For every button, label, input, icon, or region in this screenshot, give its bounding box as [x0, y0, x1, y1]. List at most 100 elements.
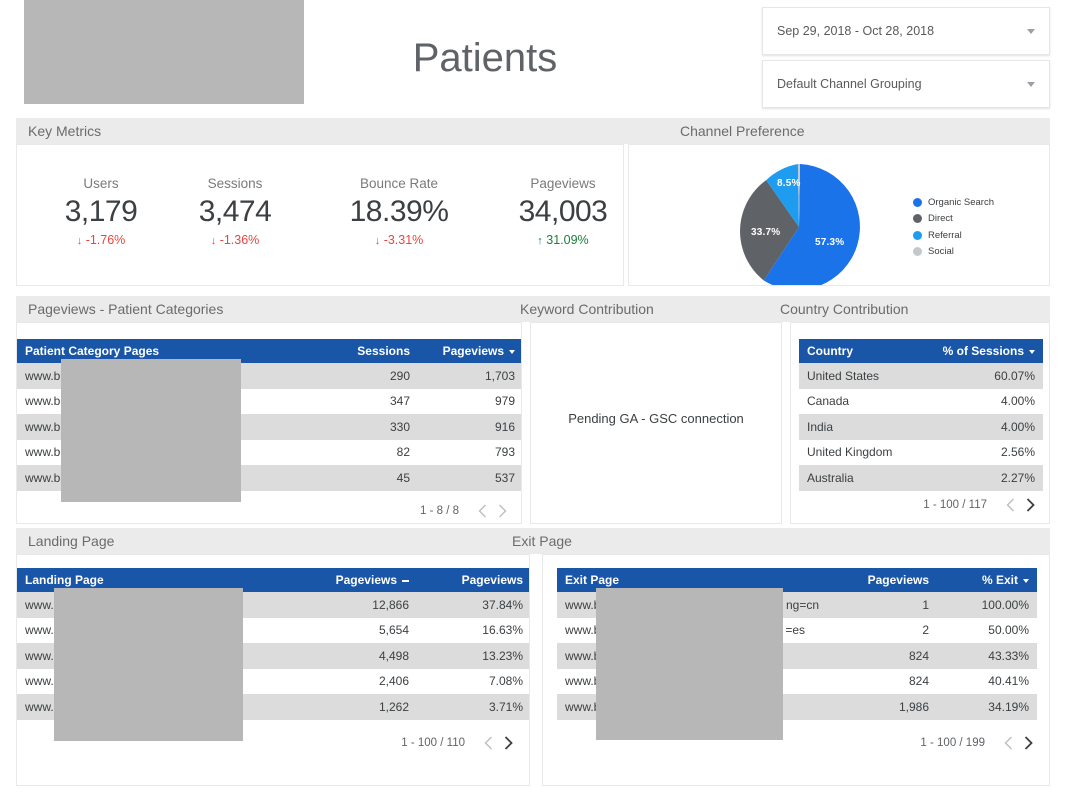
cell-page-suffix: =es — [785, 623, 805, 637]
legend-item-direct[interactable]: Direct — [913, 212, 994, 226]
cell-pct: 7.08% — [417, 669, 530, 695]
table-row[interactable]: Australia 2.27% — [799, 465, 1043, 491]
column-header-sessions[interactable]: Sessions — [313, 339, 418, 363]
scorecard-delta: ↓ -1.76% — [31, 231, 171, 250]
table-row[interactable]: Canada 4.00% — [799, 389, 1043, 415]
cell-sessions: 290 — [313, 363, 418, 389]
column-header-country[interactable]: Country — [799, 339, 933, 363]
cell-page-suffix: ng=cn — [786, 598, 819, 612]
scorecard-label: Sessions — [165, 175, 305, 193]
previous-page-button[interactable] — [479, 734, 497, 752]
pie-slice-label-organic-search: 57.3% — [815, 237, 844, 248]
cell-pct: 60.07% — [933, 363, 1043, 389]
legend-item-referral[interactable]: Referral — [913, 228, 994, 242]
cell-country: Australia — [799, 465, 933, 491]
cell-sessions: 82 — [313, 440, 418, 466]
cell-pageviews: 5,654 — [299, 618, 417, 644]
cell-pct: 2.27% — [933, 465, 1043, 491]
legend-label: Referral — [928, 230, 962, 241]
previous-page-button[interactable] — [1001, 496, 1019, 514]
section-strip-row1: Key Metrics Channel Preference — [16, 118, 1050, 144]
column-header-pageviews[interactable]: Pageviews — [418, 339, 522, 363]
scorecard-users[interactable]: Users 3,179 ↓ -1.76% — [31, 175, 171, 250]
legend-label: Organic Search — [928, 197, 994, 208]
pageviews-table-pagination: 1 - 8 / 8 — [17, 501, 511, 521]
country-table-pagination: 1 - 100 / 117 — [791, 495, 1039, 515]
keyword-pending-message: Pending GA - GSC connection — [531, 411, 781, 426]
scorecard-bounce-rate[interactable]: Bounce Rate 18.39% ↓ -3.31% — [329, 175, 469, 250]
pagination-range: 1 - 100 / 110 — [401, 737, 465, 749]
cell-pageviews: 1 — [827, 592, 937, 618]
cell-country: United Kingdom — [799, 440, 933, 466]
column-header-pageviews-pct[interactable]: Pageviews — [417, 568, 530, 592]
section-title-pageviews-patient-categories: Pageviews - Patient Categories — [28, 301, 223, 317]
column-header-pct-exit[interactable]: % Exit — [937, 568, 1037, 592]
legend-item-social[interactable]: Social — [913, 245, 994, 259]
sort-descending-icon — [1029, 350, 1035, 354]
redaction-box — [61, 359, 241, 502]
cell-pageviews: 1,986 — [827, 694, 937, 720]
cell-country: India — [799, 414, 933, 440]
legend-item-organic-search[interactable]: Organic Search — [913, 195, 994, 209]
arrow-down-icon: ↓ — [211, 232, 217, 250]
country-contribution-panel: Country % of Sessions United States 60.0… — [790, 322, 1050, 524]
channel-grouping-label: Default Channel Grouping — [777, 77, 1019, 91]
scorecard-delta-value: -1.76% — [86, 233, 126, 247]
sort-descending-icon — [1023, 579, 1029, 583]
date-range-label: Sep 29, 2018 - Oct 28, 2018 — [777, 24, 1019, 38]
previous-page-button[interactable] — [999, 734, 1017, 752]
cell-pageviews: 916 — [418, 414, 522, 440]
next-page-button[interactable] — [1021, 496, 1039, 514]
channel-grouping-selector[interactable]: Default Channel Grouping — [762, 60, 1050, 108]
table-row[interactable]: United States 60.07% — [799, 363, 1043, 389]
page-title: Patients — [330, 32, 640, 84]
scorecard-value: 3,179 — [31, 193, 171, 231]
cell-pageviews: 12,866 — [299, 592, 417, 618]
cell-pct: 13.23% — [417, 643, 530, 669]
legend-swatch-icon — [913, 247, 922, 256]
cell-country: United States — [799, 363, 933, 389]
scorecard-label: Bounce Rate — [329, 175, 469, 193]
cell-pct: 16.63% — [417, 618, 530, 644]
scorecard-sessions[interactable]: Sessions 3,474 ↓ -1.36% — [165, 175, 305, 250]
next-page-button[interactable] — [499, 734, 517, 752]
next-page-button[interactable] — [1019, 734, 1037, 752]
table-row[interactable]: United Kingdom 2.56% — [799, 440, 1043, 466]
logo-placeholder — [24, 0, 304, 104]
scorecard-delta: ↓ -3.31% — [329, 231, 469, 250]
scorecard-delta: ↓ -1.36% — [165, 231, 305, 250]
column-header-pct-of-sessions[interactable]: % of Sessions — [933, 339, 1043, 363]
scorecard-delta-value: 31.09% — [546, 233, 588, 247]
legend-label: Social — [928, 246, 954, 257]
cell-pageviews: 2,406 — [299, 669, 417, 695]
cell-pageviews: 824 — [827, 643, 937, 669]
column-header-pageviews[interactable]: Pageviews — [827, 568, 937, 592]
scorecard-value: 34,003 — [493, 193, 624, 231]
date-range-selector[interactable]: Sep 29, 2018 - Oct 28, 2018 — [762, 7, 1050, 55]
section-title-keyword-contribution: Keyword Contribution — [520, 301, 654, 317]
country-table[interactable]: Country % of Sessions United States 60.0… — [799, 339, 1043, 491]
pie-slice-label-referral: 8.5% — [777, 178, 801, 189]
arrow-down-icon: ↓ — [77, 232, 83, 250]
previous-page-button[interactable] — [473, 502, 491, 520]
scorecard-pageviews[interactable]: Pageviews 34,003 ↑ 31.09% — [493, 175, 624, 250]
cell-pct: 43.33% — [937, 643, 1037, 669]
cell-pageviews: 824 — [827, 669, 937, 695]
channel-preference-pie-chart[interactable]: 57.3% 33.7% 8.5% — [733, 161, 865, 286]
next-page-button[interactable] — [493, 502, 511, 520]
table-row[interactable]: India 4.00% — [799, 414, 1043, 440]
keyword-contribution-panel: Pending GA - GSC connection — [530, 322, 782, 524]
table-header-row: Country % of Sessions — [799, 339, 1043, 363]
pagination-range: 1 - 100 / 199 — [920, 737, 985, 749]
section-title-country-contribution: Country Contribution — [780, 301, 908, 317]
cell-pct: 40.41% — [937, 669, 1037, 695]
cell-pageviews: 793 — [418, 440, 522, 466]
column-header-pageviews[interactable]: Pageviews — [299, 568, 417, 592]
cell-pageviews: 537 — [418, 465, 522, 491]
chevron-down-icon — [1027, 82, 1035, 87]
pageviews-patient-categories-panel: Patient Category Pages Sessions Pageview… — [16, 322, 522, 524]
cell-pct: 4.00% — [933, 389, 1043, 415]
section-title-key-metrics: Key Metrics — [28, 123, 101, 139]
section-strip-row3: Landing Page Exit Page — [16, 528, 1050, 554]
section-title-channel-preference: Channel Preference — [680, 123, 805, 139]
